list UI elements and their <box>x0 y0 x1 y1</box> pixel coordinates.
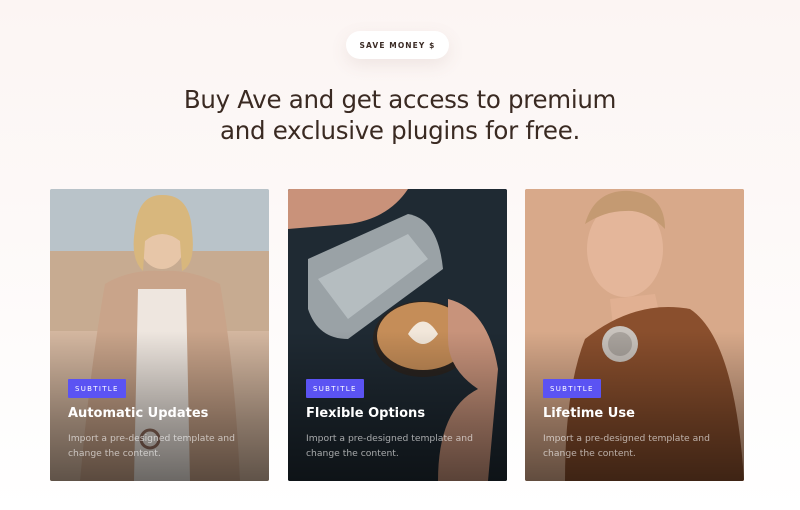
page-headline: Buy Ave and get access to premium and ex… <box>100 84 700 146</box>
feature-card-lifetime-use[interactable]: SUBTITLE Lifetime Use Import a pre-desig… <box>525 189 744 481</box>
card-title: Automatic Updates <box>68 406 209 421</box>
card-description: Import a pre-designed template and chang… <box>543 433 710 459</box>
card-title: Lifetime Use <box>543 406 635 421</box>
card-title: Flexible Options <box>306 406 426 421</box>
feature-card-automatic-updates[interactable]: SUBTITLE Automatic Updates Import a pre-… <box>50 189 269 481</box>
subtitle-tag: SUBTITLE <box>543 379 601 398</box>
feature-card-flexible-options[interactable]: SUBTITLE Flexible Options Import a pre-d… <box>288 189 507 481</box>
card-description: Import a pre-designed template and chang… <box>306 433 473 459</box>
subtitle-tag: SUBTITLE <box>68 379 126 398</box>
save-money-badge[interactable]: SAVE MONEY $ <box>346 31 449 59</box>
subtitle-tag: SUBTITLE <box>306 379 364 398</box>
headline-line-2: and exclusive plugins for free. <box>220 116 580 145</box>
headline-line-1: Buy Ave and get access to premium <box>183 85 617 114</box>
card-description: Import a pre-designed template and chang… <box>68 433 235 459</box>
